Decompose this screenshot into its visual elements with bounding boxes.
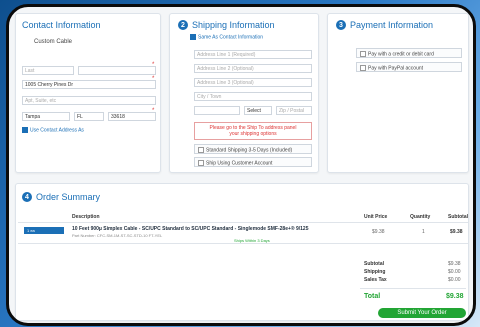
- address2-field[interactable]: Apt, Suite, etc: [22, 96, 156, 105]
- address-field[interactable]: 1005 Cherry Pines Dr: [22, 80, 156, 89]
- radio-icon[interactable]: [198, 160, 204, 166]
- item-quantity: 1: [422, 229, 425, 235]
- payment-card: 3 Payment Information Pay with a credit …: [327, 13, 469, 173]
- shipping-warning: Please go to the Ship To address panel y…: [194, 122, 312, 140]
- item-description[interactable]: 10 Feet 900µ Simplex Cable - SC/UPC Stan…: [72, 226, 309, 232]
- ship-zip-field[interactable]: Zip / Postal: [276, 106, 312, 115]
- warning-line-2: your shipping options: [229, 131, 277, 137]
- total-value: $9.38: [446, 293, 464, 300]
- step-badge: 4: [22, 192, 32, 202]
- item-ships: Ships Within 3 Days: [234, 238, 270, 243]
- ship-country-field[interactable]: [194, 106, 240, 115]
- shipping-option-account[interactable]: Ship Using Customer Account: [194, 157, 312, 167]
- ship-state-select[interactable]: Select: [244, 106, 272, 115]
- totals-divider: [360, 288, 466, 289]
- contact-name: Custom Cable: [34, 39, 73, 45]
- total-label: Total: [364, 293, 381, 300]
- tax-label: Sales Tax: [364, 277, 387, 283]
- contact-title-text: Contact Information: [22, 20, 101, 30]
- shipping-label: Shipping: [364, 269, 386, 275]
- shipping-option-2-label: Ship Using Customer Account: [206, 160, 273, 167]
- radio-icon[interactable]: [360, 65, 366, 71]
- order-summary-card: 4 Order Summary Description Unit Price Q…: [15, 183, 469, 321]
- header-quantity: Quantity: [410, 214, 431, 220]
- contact-card: Contact Information Custom Cable Last * …: [15, 13, 161, 173]
- radio-icon[interactable]: [198, 147, 204, 153]
- payment-title: 3 Payment Information: [336, 20, 433, 30]
- radio-icon[interactable]: [360, 51, 366, 57]
- required-marker: *: [152, 62, 155, 68]
- header-description: Description: [72, 214, 100, 220]
- payment-title-text: Payment Information: [350, 20, 434, 30]
- ship-address3-field[interactable]: Address Line 3 (Optional): [194, 78, 312, 87]
- subtotal-value: $9.38: [448, 261, 461, 267]
- required-marker: *: [152, 76, 155, 82]
- shipping-title: 2 Shipping Information: [178, 20, 275, 30]
- step-badge: 3: [336, 20, 346, 30]
- same-address-checkbox[interactable]: Use Contact Address As: [22, 127, 84, 133]
- header-unit-price: Unit Price: [364, 214, 388, 220]
- same-as-contact-label: Same As Contact Information: [198, 34, 264, 41]
- state-select[interactable]: FL: [74, 112, 104, 121]
- ship-address1-field[interactable]: Address Line 1 (Required): [194, 50, 312, 59]
- table-row: 1 ea 10 Feet 900µ Simplex Cable - SC/UPC…: [18, 222, 468, 244]
- checkbox-checked-icon[interactable]: [190, 34, 196, 40]
- payment-option-card[interactable]: Pay with a credit or debit card: [356, 48, 462, 58]
- checkout-window: Contact Information Custom Cable Last * …: [6, 4, 476, 326]
- shipping-option-standard[interactable]: Standard Shipping 3-5 Days (Included): [194, 144, 312, 154]
- item-subtotal: $9.38: [450, 229, 463, 235]
- summary-title-text: Order Summary: [36, 192, 101, 202]
- tax-value: $0.00: [448, 277, 461, 283]
- same-as-contact-checkbox[interactable]: Same As Contact Information: [190, 34, 263, 40]
- qty-badge: 1 ea: [24, 227, 64, 234]
- summary-title: 4 Order Summary: [22, 192, 100, 202]
- shipping-card: 2 Shipping Information Same As Contact I…: [169, 13, 319, 173]
- contact-title: Contact Information: [22, 20, 101, 30]
- ship-city-field[interactable]: City / Town: [194, 92, 312, 101]
- subtotal-label: Subtotal: [364, 261, 384, 267]
- checkbox-checked-icon[interactable]: [22, 127, 28, 133]
- required-marker: *: [152, 108, 155, 114]
- submit-order-button[interactable]: Submit Your Order: [378, 308, 466, 318]
- shipping-option-1-label: Standard Shipping 3-5 Days (Included): [206, 147, 293, 154]
- item-part-number: Part Number: CFC-SM-1M-ST-SC-STD-10 FT-Y…: [72, 233, 163, 238]
- first-name-field[interactable]: [78, 66, 156, 75]
- item-unit-price: $9.38: [372, 229, 385, 235]
- shipping-title-text: Shipping Information: [192, 20, 275, 30]
- last-name-field[interactable]: Last: [22, 66, 74, 75]
- city-field[interactable]: Tampa: [22, 112, 70, 121]
- same-address-label: Use Contact Address As: [30, 127, 84, 134]
- payment-option-1-label: Pay with a credit or debit card: [368, 51, 434, 58]
- step-badge: 2: [178, 20, 188, 30]
- payment-option-paypal[interactable]: Pay with PayPal account: [356, 62, 462, 72]
- payment-option-2-label: Pay with PayPal account: [368, 65, 424, 72]
- zip-field[interactable]: 33618: [108, 112, 156, 121]
- header-subtotal: Subtotal: [448, 214, 468, 220]
- shipping-value: $0.00: [448, 269, 461, 275]
- ship-address2-field[interactable]: Address Line 2 (Optional): [194, 64, 312, 73]
